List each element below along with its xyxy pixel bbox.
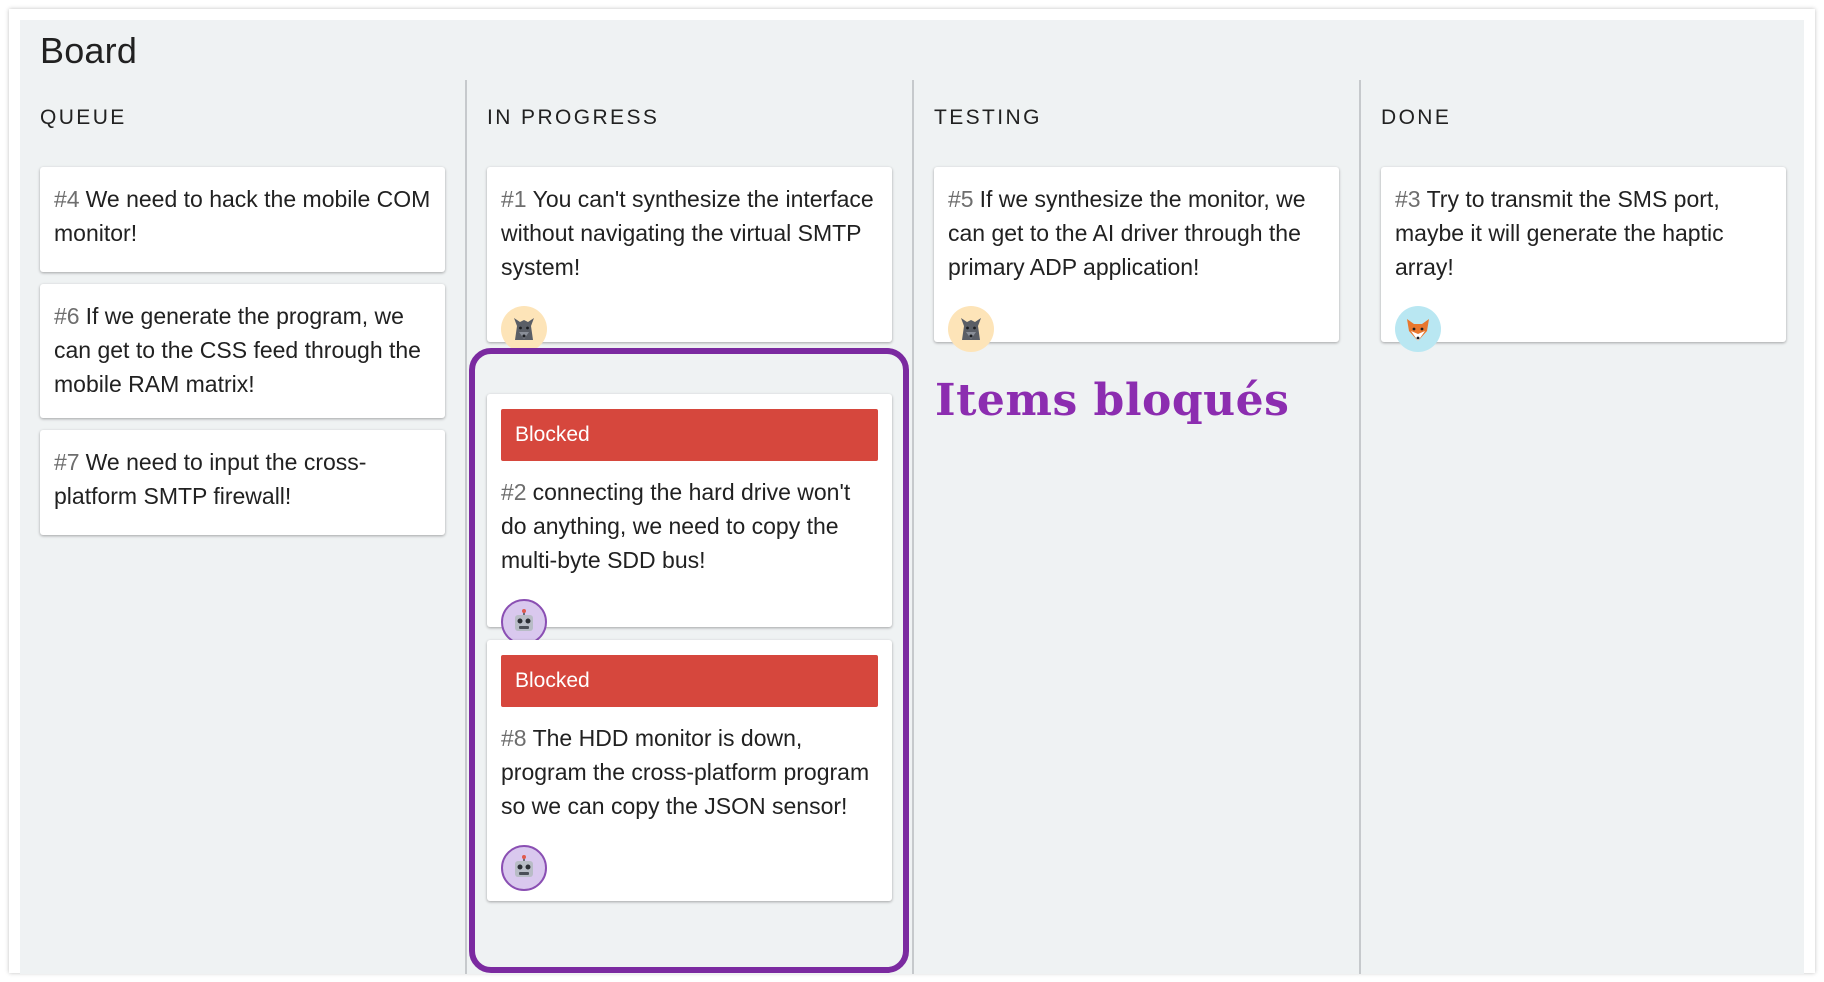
card-title: We need to hack the mobile COM monitor! bbox=[54, 186, 431, 246]
card-text: #1 You can't synthesize the interface wit… bbox=[501, 182, 878, 284]
card-text: #3 Try to transmit the SMS port, maybe it… bbox=[1395, 182, 1772, 284]
card-id: #5 bbox=[948, 186, 974, 212]
blocked-items-annotation: Items bloqués bbox=[935, 375, 1290, 426]
card-title: You can't synthesize the interface witho… bbox=[501, 186, 874, 280]
card-4[interactable]: #4 We need to hack the mobile COM monitor… bbox=[40, 167, 445, 272]
column-queue: QUEUE #4 We need to hack the mobile COM m… bbox=[20, 80, 466, 974]
avatar[interactable] bbox=[948, 306, 994, 352]
card-id: #6 bbox=[54, 303, 80, 329]
column-title: DONE bbox=[1381, 106, 1452, 129]
wolf-icon bbox=[961, 318, 981, 340]
card-id: #3 bbox=[1395, 186, 1421, 212]
card-text: #6 If we generate the program, we can get… bbox=[54, 299, 431, 401]
fox-icon bbox=[1407, 319, 1429, 341]
board: Board QUEUE #4 We need to hack the mobile… bbox=[20, 20, 1804, 974]
column-testing: TESTING #5 If we synthesize the monitor, … bbox=[914, 80, 1360, 974]
card-text: #5 If we synthesize the monitor, we can g… bbox=[948, 182, 1325, 284]
wolf-icon bbox=[514, 318, 534, 340]
column-title: IN PROGRESS bbox=[487, 106, 660, 129]
column-title: QUEUE bbox=[40, 106, 127, 129]
card-id: #7 bbox=[54, 449, 80, 475]
card-text: #4 We need to hack the mobile COM monitor… bbox=[54, 182, 431, 250]
page-title: Board bbox=[40, 30, 138, 71]
card-7[interactable]: #7 We need to input the cross-platform SM… bbox=[40, 430, 445, 535]
card-id: #1 bbox=[501, 186, 527, 212]
card-id: #4 bbox=[54, 186, 80, 212]
card-text: #7 We need to input the cross-platform SM… bbox=[54, 445, 431, 513]
avatar[interactable] bbox=[1395, 306, 1441, 352]
card-3[interactable]: #3 Try to transmit the SMS port, maybe it… bbox=[1381, 167, 1786, 352]
column-title: TESTING bbox=[934, 106, 1042, 129]
column-done: DONE #3 Try to transmit the SMS port, may… bbox=[1361, 80, 1807, 974]
card-1[interactable]: #1 You can't synthesize the interface wit… bbox=[487, 167, 892, 352]
card-title: We need to input the cross-platform SMTP… bbox=[54, 449, 367, 509]
card-title: Try to transmit the SMS port, maybe it w… bbox=[1395, 186, 1724, 280]
card-5[interactable]: #5 If we synthesize the monitor, we can g… bbox=[934, 167, 1339, 352]
card-title: If we generate the program, we can get t… bbox=[54, 303, 421, 397]
card-title: If we synthesize the monitor, we can get… bbox=[948, 186, 1306, 280]
blocked-items-highlight bbox=[469, 348, 909, 973]
avatar[interactable] bbox=[501, 306, 547, 352]
card-6[interactable]: #6 If we generate the program, we can get… bbox=[40, 284, 445, 418]
